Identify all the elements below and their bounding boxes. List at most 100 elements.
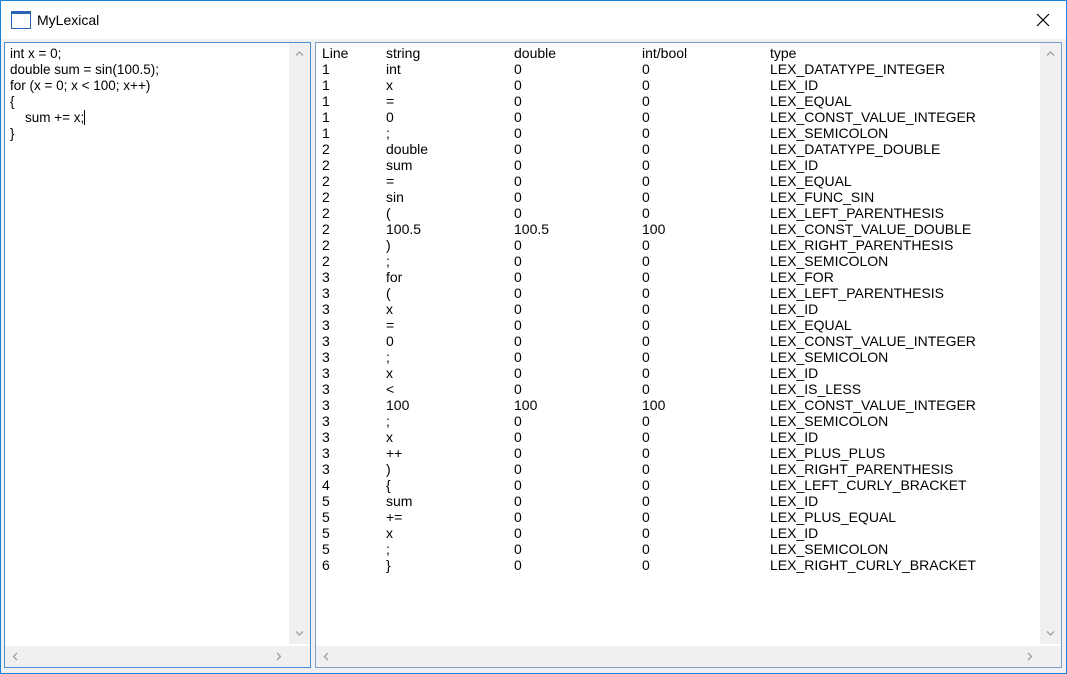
table-row[interactable]: 6} 0 0 LEX_RIGHT_CURLY_BRACKET — [322, 557, 1042, 573]
cell-int-bool: 0 — [642, 93, 650, 109]
cell-line: 3 — [322, 365, 330, 381]
cell-string: x — [386, 301, 393, 317]
cell-double: 0 — [514, 541, 522, 557]
cell-string: sin — [386, 189, 404, 205]
cell-string: ; — [386, 125, 390, 141]
cell-int-bool: 0 — [642, 301, 650, 317]
cell-string: } — [386, 557, 391, 573]
table-row[interactable]: 1 int 0 0 LEX_DATATYPE_INTEGER — [322, 61, 1042, 77]
table-row[interactable]: 5 += 0 0 LEX_PLUS_EQUAL — [322, 509, 1042, 525]
cell-type: LEX_LEFT_PARENTHESIS — [770, 205, 945, 221]
table-scroll-right-button[interactable] — [1019, 646, 1040, 667]
cell-line: 5 — [322, 541, 330, 557]
cell-double: 0 — [514, 125, 522, 141]
table-row[interactable]: 3; 0 0 LEX_SEMICOLON — [322, 413, 1042, 429]
close-button[interactable] — [1020, 1, 1066, 39]
cell-string: 0 — [386, 109, 394, 125]
source-line[interactable]: int x = 0; — [10, 46, 288, 62]
table-row[interactable]: 3) 0 0 LEX_RIGHT_PARENTHESIS — [322, 461, 1042, 477]
cell-type: LEX_RIGHT_PARENTHESIS — [770, 237, 954, 253]
table-row[interactable]: 3 100 100 100 LEX_CONST_VALUE_INTEGER — [322, 397, 1042, 413]
table-scroll-up-button[interactable] — [1040, 43, 1061, 64]
cell-double: 0 — [514, 205, 522, 221]
table-row[interactable]: 2; 0 0 LEX_SEMICOLON — [322, 253, 1042, 269]
cell-int-bool: 0 — [642, 557, 650, 573]
cell-int-bool: 0 — [642, 125, 650, 141]
arrow-up-icon — [1046, 51, 1055, 56]
text-caret — [84, 110, 86, 125]
source-text[interactable]: int x = 0; double sum = sin(100.5); for (x… — [10, 46, 288, 642]
table-row[interactable]: 3 (0 0 LEX_LEFT_PARENTHESIS — [322, 285, 1042, 301]
cell-type: LEX_RIGHT_PARENTHESIS — [770, 461, 954, 477]
table-scroll-down-button[interactable] — [1040, 623, 1061, 644]
table-horizontal-scrollbar[interactable] — [316, 646, 1040, 667]
source-line[interactable]: } — [10, 126, 288, 142]
table-row[interactable]: 2) 0 0 LEX_RIGHT_PARENTHESIS — [322, 237, 1042, 253]
source-line[interactable]: { — [10, 94, 288, 110]
table-row[interactable]: 3 ++ 0 0 LEX_PLUS_PLUS — [322, 445, 1042, 461]
source-line[interactable]: sum += x; — [10, 110, 288, 126]
cell-double: 0 — [514, 269, 522, 285]
cell-double: 0 — [514, 413, 522, 429]
editor-scroll-left-button[interactable] — [5, 646, 26, 667]
table-row[interactable]: 1 0 0 0 LEX_CONST_VALUE_INTEGER — [322, 109, 1042, 125]
cell-double: 0 — [514, 461, 522, 477]
cell-type: LEX_IS_LESS — [770, 381, 862, 397]
table-row[interactable]: 1 x 0 0 LEX_ID — [322, 77, 1042, 93]
cell-type: LEX_DATATYPE_DOUBLE — [770, 141, 941, 157]
source-line[interactable]: double sum = sin(100.5); — [10, 62, 288, 78]
title-bar[interactable]: MyLexical — [1, 1, 1066, 39]
table-row[interactable]: 2 double 0 0 LEX_DATATYPE_DOUBLE — [322, 141, 1042, 157]
token-table[interactable]: Line string double int/bool type 1 int 0 0 L… — [315, 42, 1062, 668]
cell-double: 0 — [514, 349, 522, 365]
cell-type: LEX_LEFT_CURLY_BRACKET — [770, 477, 967, 493]
editor-horizontal-scrollbar[interactable] — [5, 646, 289, 667]
table-row[interactable]: 5 sum 0 0 LEX_ID — [322, 493, 1042, 509]
cell-line: 3 — [322, 349, 330, 365]
cell-double: 0 — [514, 285, 522, 301]
source-editor[interactable]: int x = 0; double sum = sin(100.5); for (x… — [4, 42, 311, 668]
table-row[interactable]: 3 x 0 0 LEX_ID — [322, 301, 1042, 317]
table-scroll-left-button[interactable] — [316, 646, 337, 667]
cell-double: 0 — [514, 557, 522, 573]
table-row[interactable]: 5; 0 0 LEX_SEMICOLON — [322, 541, 1042, 557]
cell-line: 3 — [322, 333, 330, 349]
arrow-down-icon — [295, 631, 304, 636]
source-line[interactable]: for (x = 0; x < 100; x++) — [10, 78, 288, 94]
table-row[interactable]: 4 {0 0 LEX_LEFT_CURLY_BRACKET — [322, 477, 1042, 493]
cell-int-bool: 0 — [642, 237, 650, 253]
table-row[interactable]: 3; 0 0 LEX_SEMICOLON — [322, 349, 1042, 365]
table-row[interactable]: 2 = 0 0 LEX_EQUAL — [322, 173, 1042, 189]
table-row[interactable]: 3 x 0 0 LEX_ID — [322, 429, 1042, 445]
header-double: double — [514, 45, 557, 61]
table-row[interactable]: 1; 0 0 LEX_SEMICOLON — [322, 125, 1042, 141]
editor-scroll-down-button[interactable] — [289, 623, 310, 644]
cell-double: 0 — [514, 445, 522, 461]
editor-scroll-up-button[interactable] — [289, 43, 310, 64]
cell-string: ) — [386, 461, 391, 477]
table-row[interactable]: 5 x 0 0 LEX_ID — [322, 525, 1042, 541]
cell-line: 5 — [322, 525, 330, 541]
table-row[interactable]: 3 = 0 0 LEX_EQUAL — [322, 317, 1042, 333]
cell-type: LEX_PLUS_PLUS — [770, 445, 886, 461]
cell-string: 0 — [386, 333, 394, 349]
table-row[interactable]: 1 = 0 0 LEX_EQUAL — [322, 93, 1042, 109]
table-row[interactable]: 2 (0 0 LEX_LEFT_PARENTHESIS — [322, 205, 1042, 221]
table-row[interactable]: 2 100.5 100.5 100 LEX_CONST_VALUE_DOUBLE — [322, 221, 1042, 237]
cell-line: 6 — [322, 557, 330, 573]
cell-line: 1 — [322, 61, 330, 77]
table-row[interactable]: 3 x 0 0 LEX_ID — [322, 365, 1042, 381]
table-vertical-scrollbar[interactable] — [1040, 43, 1061, 644]
editor-scroll-right-button[interactable] — [268, 646, 289, 667]
cell-string: x — [386, 365, 393, 381]
table-row[interactable]: 2 sin 0 0 LEX_FUNC_SIN — [322, 189, 1042, 205]
editor-vertical-scrollbar[interactable] — [289, 43, 310, 644]
cell-int-bool: 0 — [642, 429, 650, 445]
cell-string: ) — [386, 237, 391, 253]
table-row[interactable]: 3 <0 0 LEX_IS_LESS — [322, 381, 1042, 397]
cell-string: += — [386, 509, 403, 525]
table-row[interactable]: 3 for 0 0 LEX_FOR — [322, 269, 1042, 285]
cell-double: 0 — [514, 173, 522, 189]
table-row[interactable]: 3 0 0 0 LEX_CONST_VALUE_INTEGER — [322, 333, 1042, 349]
table-row[interactable]: 2 sum 0 0 LEX_ID — [322, 157, 1042, 173]
